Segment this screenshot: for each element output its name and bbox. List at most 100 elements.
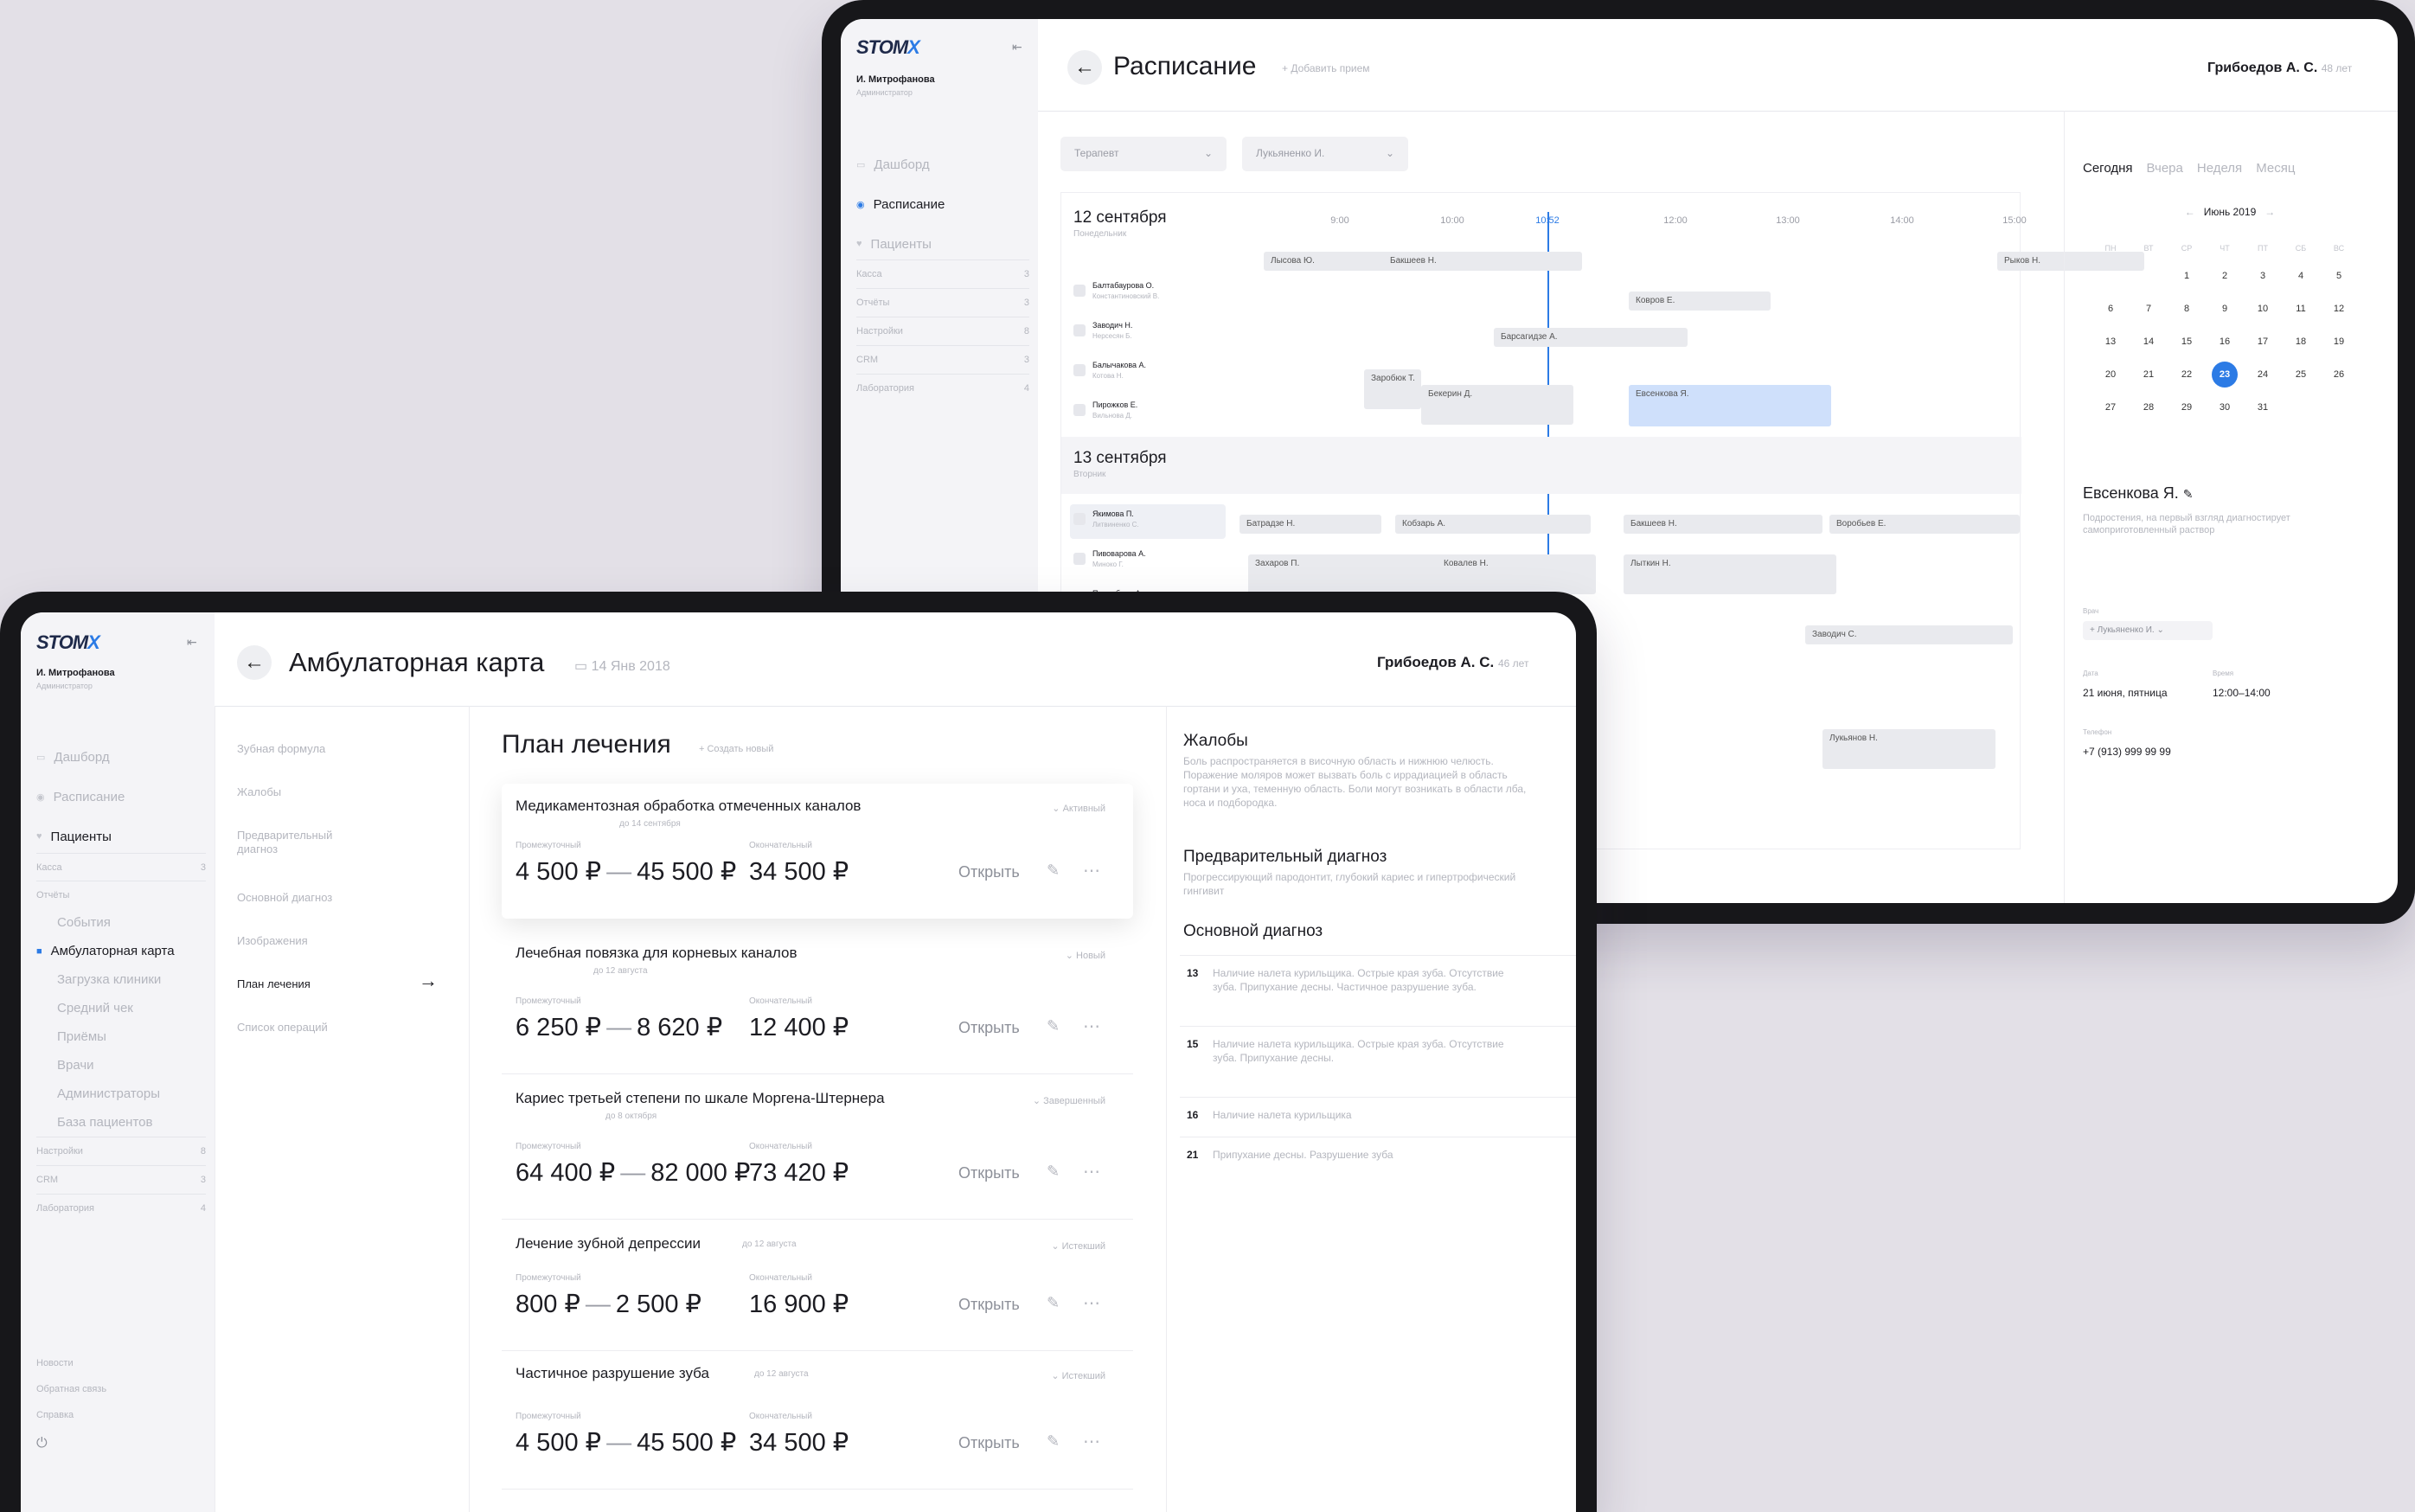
patient-row[interactable]: Балычакова А. Котова Н. — [1070, 356, 1226, 390]
card-section-3[interactable]: Основной диагноз — [237, 891, 367, 934]
more-icon[interactable]: ⋯ — [1083, 1292, 1100, 1314]
calendar-day[interactable]: 28 — [2130, 391, 2168, 424]
appointment-block[interactable]: Евсенкова Я. — [1629, 385, 1831, 426]
edit-icon[interactable]: ✎ — [1047, 1432, 1060, 1451]
sub-item-2[interactable]: Загрузка клиники — [36, 965, 206, 994]
card-section-4[interactable]: Изображения — [237, 934, 367, 977]
calendar-day[interactable]: 1 — [2168, 259, 2206, 292]
specialty-filter[interactable]: Терапевт ⌄ — [1060, 137, 1227, 171]
prev-month-icon[interactable]: ← — [2185, 206, 2195, 218]
calendar-day[interactable]: 20 — [2092, 358, 2130, 391]
edit-icon[interactable]: ✎ — [2183, 487, 2194, 501]
calendar-day[interactable]: 23 — [2206, 358, 2244, 391]
calendar-day[interactable]: 2 — [2206, 259, 2244, 292]
diagnosis-item[interactable]: 13 Наличие налета курильщика. Острые края… — [1180, 955, 1576, 1026]
calendar-day[interactable]: 14 — [2130, 325, 2168, 358]
diagnosis-item[interactable]: 21 Припухание десны. Разрушение зуба — [1180, 1137, 1576, 1176]
appointment-block[interactable]: Лысова Ю. — [1264, 252, 1393, 271]
appointment-block[interactable]: Ковров Е. — [1629, 292, 1771, 311]
calendar-day[interactable]: 25 — [2282, 358, 2320, 391]
card-section-2[interactable]: Предварительный диагноз — [237, 829, 367, 891]
open-link[interactable]: Открыть — [958, 1164, 1020, 1182]
card-section-0[interactable]: Зубная формула — [237, 742, 367, 785]
open-link[interactable]: Открыть — [958, 863, 1020, 881]
next-month-icon[interactable]: → — [2264, 206, 2275, 218]
appointment-block[interactable]: Батрадзе Н. — [1240, 515, 1381, 534]
calendar-day[interactable]: 22 — [2168, 358, 2206, 391]
calendar-day[interactable]: 16 — [2206, 325, 2244, 358]
collapse-icon[interactable]: ⇤ — [187, 635, 197, 650]
edit-icon[interactable]: ✎ — [1047, 862, 1060, 880]
more-icon[interactable]: ⋯ — [1083, 1161, 1100, 1182]
plan-card[interactable]: Лечебная повязка для корневых каналов ⌄ Н… — [502, 931, 1133, 1074]
section-top-1[interactable]: Отчёты — [36, 881, 206, 908]
card-section-5[interactable]: План лечения → — [237, 971, 438, 1021]
appointment-block[interactable]: Захаров П. — [1248, 554, 1457, 594]
back-button[interactable]: ← — [237, 645, 272, 680]
appointment-block[interactable]: Воробьев Е. — [1829, 515, 2020, 534]
section-1[interactable]: Отчёты 3 — [856, 288, 1029, 317]
card-section-6[interactable]: Список операций — [237, 1021, 367, 1064]
section-3[interactable]: CRM 3 — [856, 345, 1029, 374]
calendar-day[interactable]: 13 — [2092, 325, 2130, 358]
patient-row[interactable]: Якимова П. Литвиненко С. — [1070, 504, 1226, 539]
appointment-block[interactable]: Ковалев Н. — [1437, 554, 1596, 594]
more-icon[interactable]: ⋯ — [1083, 1015, 1100, 1037]
section-top-0[interactable]: Касса 3 — [36, 853, 206, 881]
edit-icon[interactable]: ✎ — [1047, 1163, 1060, 1181]
create-plan-button[interactable]: + Создать новый — [699, 744, 773, 754]
open-link[interactable]: Открыть — [958, 1434, 1020, 1452]
tab-2[interactable]: Неделя — [2197, 161, 2242, 176]
section-bottom-1[interactable]: CRM 3 — [36, 1165, 206, 1194]
plan-card[interactable]: Кариес третьей степени по шкале Моргена-… — [502, 1076, 1133, 1220]
more-icon[interactable]: ⋯ — [1083, 1431, 1100, 1452]
calendar-day[interactable]: 24 — [2244, 358, 2282, 391]
patient-row[interactable]: Заводич Н. Нерсесян Б. — [1070, 316, 1226, 350]
appointment-block[interactable]: Лукьянов Н. — [1822, 729, 1995, 769]
nav-item-0[interactable]: ▭ Дашборд — [36, 737, 206, 777]
sub-item-4[interactable]: Приёмы — [36, 1022, 206, 1051]
calendar-day[interactable]: 11 — [2282, 292, 2320, 325]
section-bottom-2[interactable]: Лаборатория 4 — [36, 1194, 206, 1222]
calendar-day[interactable]: 17 — [2244, 325, 2282, 358]
plan-card[interactable]: Медикаментозная обработка отмеченных кан… — [502, 784, 1133, 919]
detail-doctor-select[interactable]: + Лукьяненко И. ⌄ — [2083, 621, 2213, 640]
tab-1[interactable]: Вчера — [2147, 161, 2183, 176]
section-bottom-0[interactable]: Настройки 8 — [36, 1137, 206, 1165]
collapse-icon[interactable]: ⇤ — [1012, 40, 1022, 54]
section-2[interactable]: Настройки 8 — [856, 317, 1029, 345]
plan-status[interactable]: ⌄ Истекший — [1051, 1240, 1105, 1252]
edit-icon[interactable]: ✎ — [1047, 1294, 1060, 1312]
sub-item-0[interactable]: События — [36, 908, 206, 937]
nav-item-2[interactable]: ♥ Пациенты — [856, 224, 1029, 264]
plan-status[interactable]: ⌄ Активный — [1052, 803, 1105, 814]
appointment-block[interactable]: Бакшеев Н. — [1624, 515, 1822, 534]
sub-item-7[interactable]: База пациентов — [36, 1108, 206, 1137]
patient-row[interactable]: Балтабаурова О. Константиновский В. — [1070, 276, 1226, 311]
calendar-day[interactable]: 9 — [2206, 292, 2244, 325]
calendar-day[interactable]: 21 — [2130, 358, 2168, 391]
calendar-day[interactable]: 15 — [2168, 325, 2206, 358]
calendar-day[interactable]: 12 — [2320, 292, 2358, 325]
plan-status[interactable]: ⌄ Завершенный — [1033, 1095, 1105, 1106]
logout-icon[interactable]: ⏻ — [36, 1436, 48, 1451]
calendar-day[interactable]: 29 — [2168, 391, 2206, 424]
calendar-day[interactable]: 7 — [2130, 292, 2168, 325]
section-4[interactable]: Лаборатория 4 — [856, 374, 1029, 402]
nav-item-1[interactable]: ◉ Расписание — [856, 184, 1029, 224]
calendar-day[interactable]: 8 — [2168, 292, 2206, 325]
diagnosis-item[interactable]: 15 Наличие налета курильщика. Острые края… — [1180, 1026, 1576, 1097]
tab-0[interactable]: Сегодня — [2083, 161, 2133, 176]
calendar-day[interactable]: 30 — [2206, 391, 2244, 424]
appointment-block[interactable]: Заробюк Т. — [1364, 369, 1421, 409]
nav-item-0[interactable]: ▭ Дашборд — [856, 144, 1029, 184]
calendar-day[interactable]: 3 — [2244, 259, 2282, 292]
calendar-day[interactable]: 31 — [2244, 391, 2282, 424]
add-appointment-button[interactable]: + Добавить прием — [1282, 62, 1370, 74]
nav-item-2[interactable]: ♥ Пациенты — [36, 817, 206, 856]
calendar-day[interactable]: 6 — [2092, 292, 2130, 325]
calendar-day[interactable]: 27 — [2092, 391, 2130, 424]
section-0[interactable]: Касса 3 — [856, 259, 1029, 288]
calendar-day[interactable]: 26 — [2320, 358, 2358, 391]
plan-card[interactable]: Лечение зубной депрессии ⌄ Истекший до 12 … — [502, 1221, 1133, 1351]
